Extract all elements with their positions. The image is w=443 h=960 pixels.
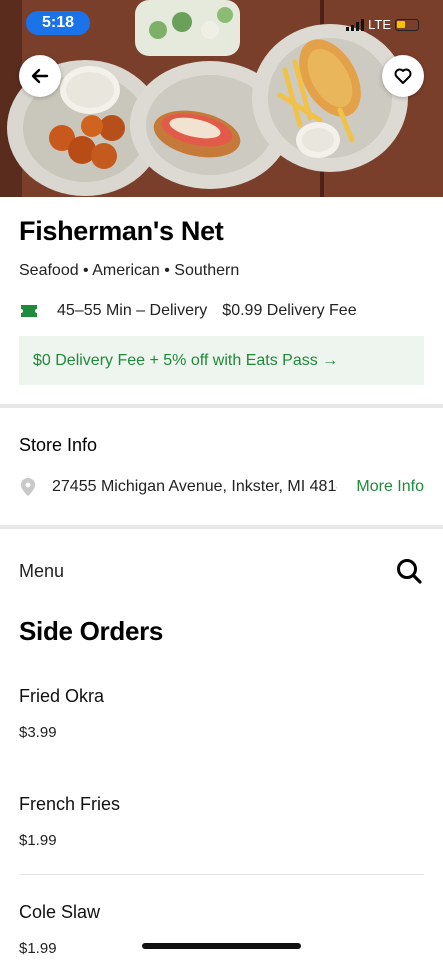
back-button[interactable]: [19, 55, 61, 97]
arrow-left-icon: [31, 68, 49, 84]
menu-item[interactable]: Fried Okra $3.99: [19, 686, 424, 741]
store-info-title: Store Info: [19, 435, 98, 455]
eats-pass-promo[interactable]: $0 Delivery Fee + 5% off with Eats Pass …: [19, 336, 424, 385]
item-name: French Fries: [19, 794, 121, 814]
battery-icon: [395, 18, 419, 31]
home-indicator[interactable]: [142, 943, 301, 949]
section-divider: [0, 404, 443, 408]
item-name: Fried Okra: [19, 686, 105, 706]
favorite-button[interactable]: [382, 55, 424, 97]
item-price: $1.99: [19, 832, 57, 849]
search-icon[interactable]: [395, 557, 423, 585]
location-pin-icon: [21, 478, 35, 496]
heart-icon: [394, 68, 412, 84]
menu-item[interactable]: French Fries $1.99: [19, 794, 424, 849]
section-title: Side Orders: [19, 616, 164, 646]
delivery-time: 45–55 Min – Delivery: [57, 302, 208, 319]
cuisine-tags: Seafood • American • Southern: [19, 262, 240, 279]
status-icons: LTE: [346, 17, 419, 32]
store-name: Fisherman's Net: [19, 216, 224, 246]
signal-icon: [346, 18, 365, 31]
item-price: $3.99: [19, 724, 57, 741]
item-name: Cole Slaw: [19, 902, 101, 922]
section-divider: [0, 525, 443, 529]
address-row: 27455 Michigan Avenue, Inkster, MI 48141…: [19, 476, 424, 498]
hero-image: 5:18 LTE: [0, 0, 443, 197]
status-time: 5:18: [26, 11, 90, 35]
network-label: LTE: [368, 17, 391, 32]
item-divider: [19, 874, 424, 875]
delivery-fee: $0.99 Delivery Fee: [222, 302, 357, 319]
ticket-icon: [21, 305, 37, 317]
delivery-info: 45–55 Min – Delivery $0.99 Delivery Fee: [19, 302, 357, 320]
menu-label: Menu: [19, 561, 65, 581]
store-address: 27455 Michigan Avenue, Inkster, MI 48141: [52, 478, 337, 495]
more-info-link[interactable]: More Info: [356, 478, 424, 496]
